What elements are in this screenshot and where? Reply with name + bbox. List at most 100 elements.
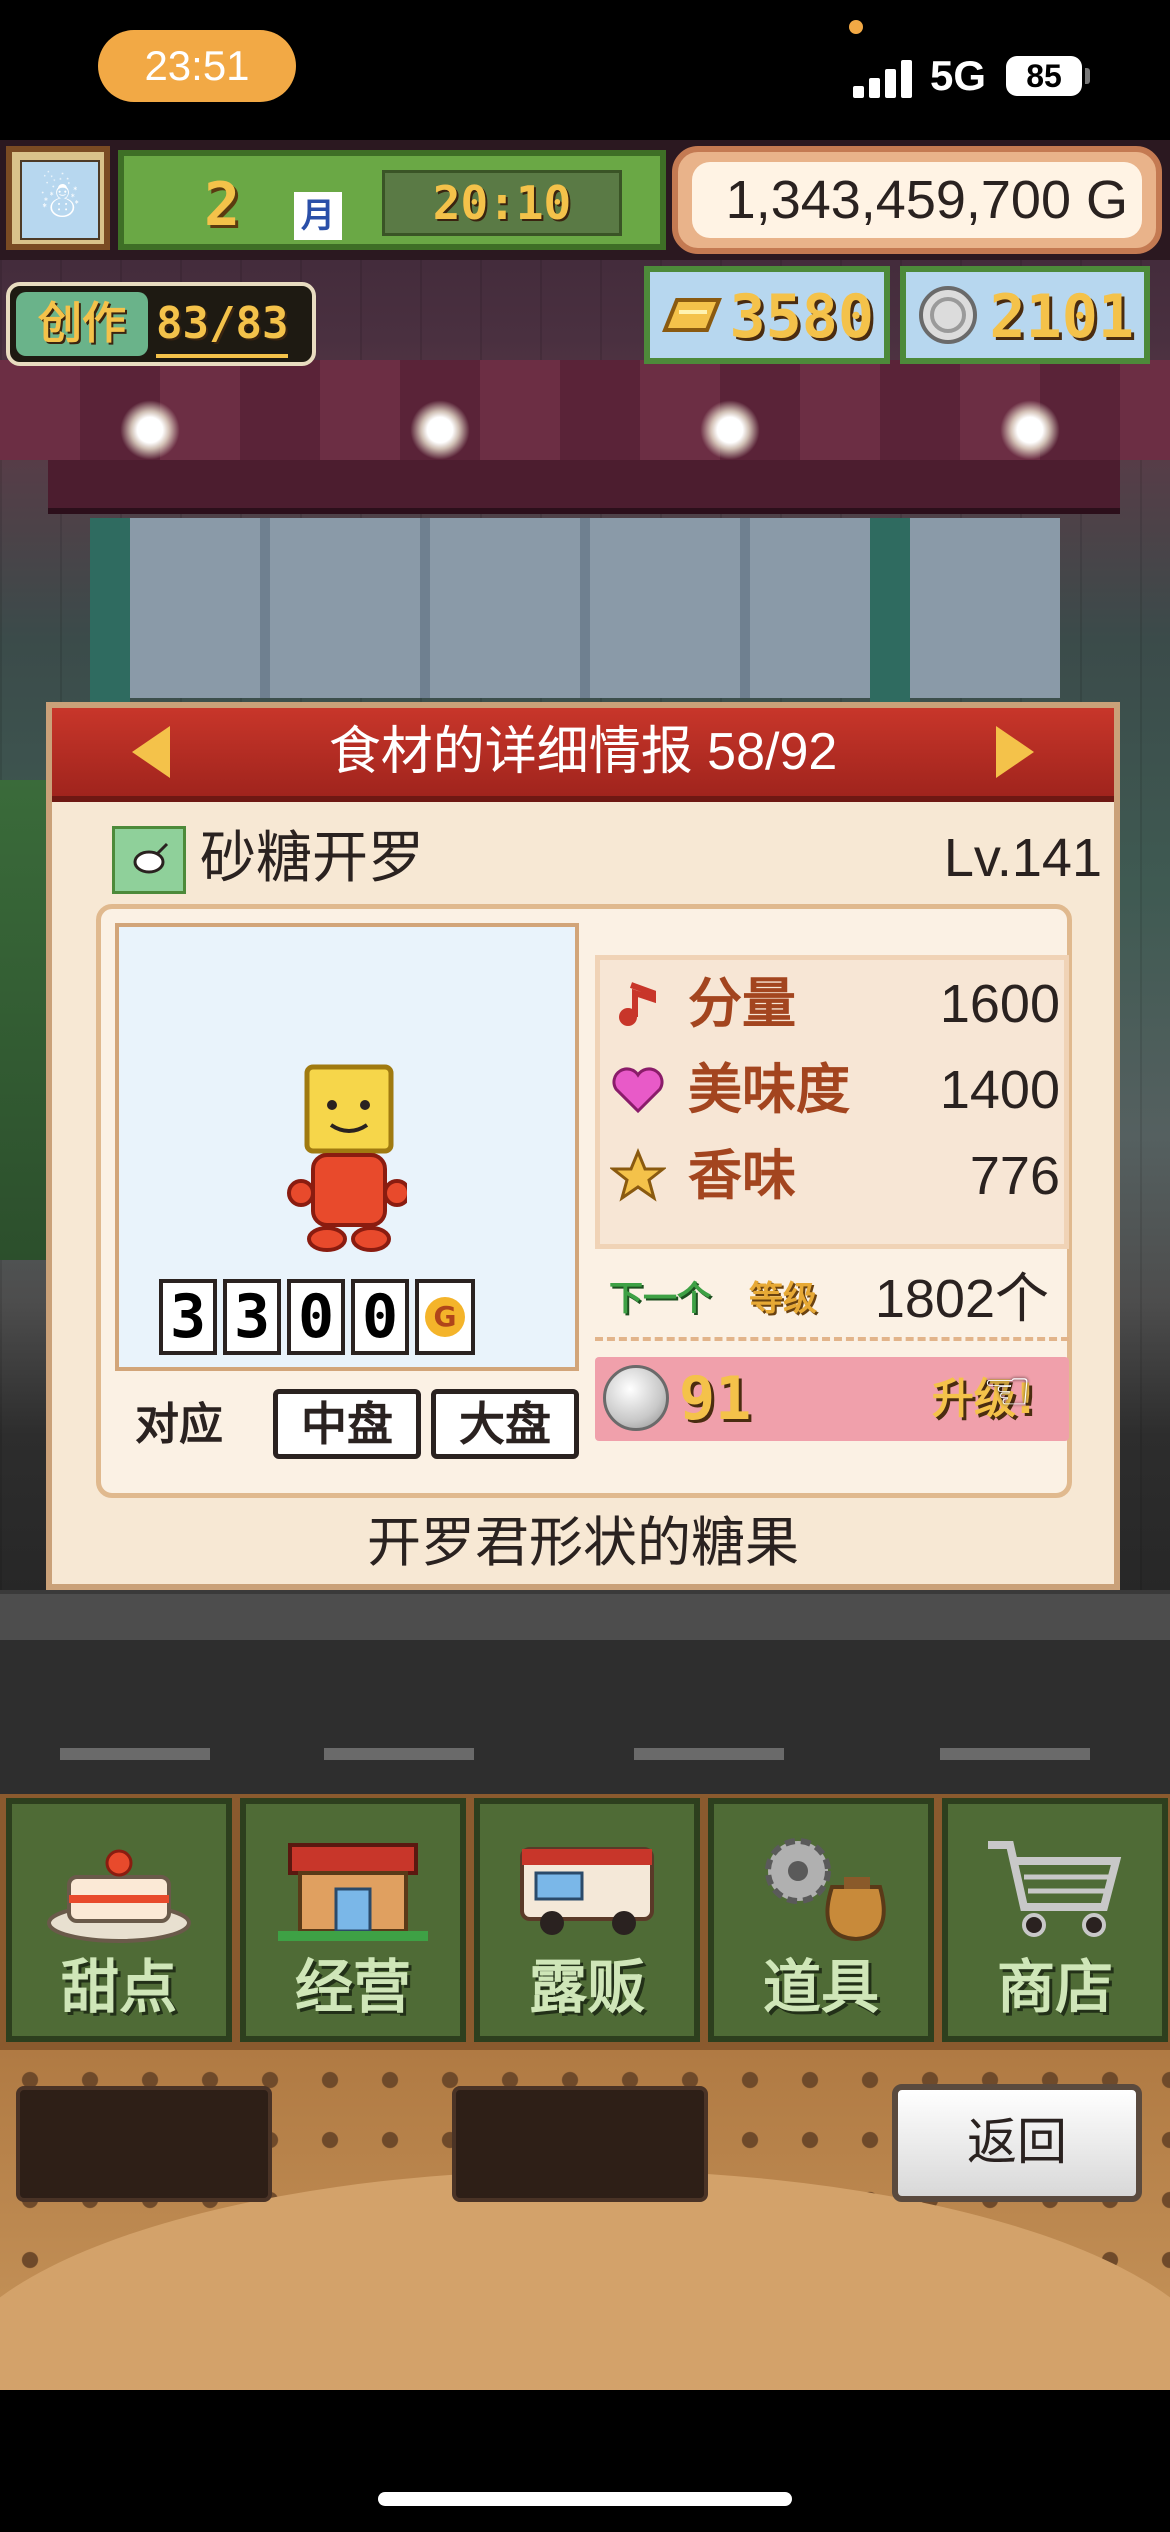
item-description: 开罗君形状的糖果 (367, 1513, 799, 1573)
back-button[interactable]: 返回 (892, 2084, 1142, 2202)
nav-label: 道具 (762, 1953, 879, 2021)
shop-awning-bar (48, 460, 1120, 514)
pointing-hand-icon: ☜ (982, 1359, 1033, 1424)
status-time: 23:51 (98, 30, 296, 102)
money-amount: 1,343,459,700 G (692, 162, 1142, 238)
nav-label: 经营 (294, 1953, 411, 2021)
shopping-cart-icon (978, 1822, 1132, 1952)
road (0, 1640, 1170, 1800)
sidewalk (0, 1590, 1170, 1644)
next-tag: 下一个 (609, 1279, 711, 1319)
create-count: 83/83 (156, 294, 289, 358)
nav-label: 露贩 (528, 1953, 645, 2021)
cellular-signal-icon (853, 58, 913, 98)
plate-support-row: 对应 中盘 大盘 (115, 1385, 585, 1465)
dialog-title: 食材的详细情报 58/92 (328, 723, 838, 781)
stats-box: 分量 1600 美味度 1400 香味 776 (595, 955, 1069, 1249)
empty-slot (452, 2086, 708, 2202)
stat-row-taste: 美味度 1400 (610, 1048, 1060, 1132)
game-screen: 23:51 5G 85 ☃ 2 月 20:10 1,343,459,700 G (0, 0, 1170, 2532)
silver-coin-count: 2101 (989, 282, 1135, 352)
nav-item-street-stall[interactable]: 露贩 (474, 1798, 700, 2042)
level-tag: 等级 (749, 1279, 817, 1319)
create-counter[interactable]: 创作 83/83 (6, 282, 316, 366)
privacy-indicator-dot (849, 20, 863, 34)
home-indicator[interactable] (378, 2492, 792, 2506)
cake-icon (42, 1822, 196, 1952)
nav-label: 甜点 (60, 1953, 177, 2021)
stat-row-aroma: 香味 776 (610, 1134, 1060, 1218)
item-name: 砂糖开罗 (200, 826, 424, 889)
calendar-panel: 2 月 20:10 (118, 150, 666, 250)
silver-coin-counter[interactable]: 2101 (900, 266, 1150, 364)
bottom-nav: 甜点 经营 露贩 道具 商店 (0, 1794, 1170, 2050)
next-level-requirement: 1802个 (874, 1269, 1049, 1329)
player-avatar[interactable]: ☃ (6, 146, 110, 250)
price-digit: 3 (223, 1279, 281, 1355)
item-price: 3 3 0 0 G (159, 1279, 475, 1359)
kairo-candy-icon (287, 1064, 407, 1252)
gold-currency-icon: G (415, 1279, 475, 1355)
shop-interior (110, 518, 1060, 698)
month-number: 2 (204, 170, 241, 240)
network-type: 5G (930, 52, 987, 99)
create-label: 创作 (16, 292, 148, 356)
gold-bar-count: 3580 (729, 282, 875, 352)
previous-arrow-icon[interactable] (132, 726, 170, 778)
shop-pillar (90, 518, 130, 718)
gear-bag-icon (744, 1822, 898, 1952)
next-level-row: 下一个 等级 1802个 (595, 1257, 1069, 1341)
price-digit: 0 (351, 1279, 409, 1355)
currency-label: G (425, 1297, 465, 1337)
ceiling-lamp (410, 400, 470, 460)
road-line (60, 1748, 210, 1760)
ingredient-detail-dialog: 食材的详细情报 58/92 砂糖开罗 Lv.141 3 3 0 0 G 对应 中… (46, 702, 1120, 1590)
star-icon (610, 1148, 666, 1204)
stat-label: 分量 (688, 972, 796, 1035)
silver-coin-icon (603, 1365, 669, 1431)
gold-bar-icon (654, 278, 730, 352)
snowman-icon: ☃ (20, 160, 100, 240)
nav-item-management[interactable]: 经营 (240, 1798, 466, 2042)
month-label: 月 (294, 192, 342, 240)
item-name-row: 砂糖开罗 Lv.141 (112, 820, 1102, 900)
music-note-icon (610, 976, 666, 1032)
item-level: Lv.141 (943, 828, 1102, 888)
stat-value: 1400 (939, 1060, 1060, 1120)
heart-icon (610, 1062, 666, 1118)
nav-item-items[interactable]: 道具 (708, 1798, 934, 2042)
road-line (324, 1748, 474, 1760)
price-digit: 3 (159, 1279, 217, 1355)
dialog-header: 食材的详细情报 58/92 (52, 708, 1114, 802)
item-info-panel: 3 3 0 0 G 对应 中盘 大盘 分量 1600 美味度 1400 香味 7… (96, 904, 1072, 1498)
stat-value: 776 (969, 1146, 1060, 1206)
stat-value: 1600 (939, 974, 1060, 1034)
ceiling-lamp (700, 400, 760, 460)
stat-label: 美味度 (688, 1058, 850, 1121)
nav-item-desserts[interactable]: 甜点 (6, 1798, 232, 2042)
empty-slot (16, 2086, 272, 2202)
road-line (634, 1748, 784, 1760)
ceiling-lamp (120, 400, 180, 460)
stat-label: 香味 (688, 1144, 796, 1207)
shop-pillar (870, 518, 910, 718)
ceiling-lamp (1000, 400, 1060, 460)
food-truck-icon (510, 1822, 664, 1952)
next-arrow-icon[interactable] (996, 726, 1034, 778)
nav-label: 商店 (996, 1953, 1113, 2021)
shop-building-icon (276, 1822, 430, 1952)
game-clock: 20:10 (382, 170, 622, 236)
ingredient-icon (112, 826, 186, 894)
support-label: 对应 (135, 1399, 223, 1450)
status-bar: 23:51 5G 85 (0, 0, 1170, 140)
nav-item-store[interactable]: 商店 (942, 1798, 1168, 2042)
silver-coin-icon (910, 278, 986, 352)
upgrade-cost: 91 (679, 1364, 752, 1434)
battery-icon: 85 (1006, 56, 1082, 96)
stat-row-amount: 分量 1600 (610, 962, 1060, 1046)
plate-large-badge: 大盘 (431, 1389, 579, 1459)
price-digit: 0 (287, 1279, 345, 1355)
money-panel: 1,343,459,700 G (672, 146, 1162, 254)
gold-bar-counter[interactable]: 3580 (644, 266, 890, 364)
plate-medium-badge: 中盘 (273, 1389, 421, 1459)
